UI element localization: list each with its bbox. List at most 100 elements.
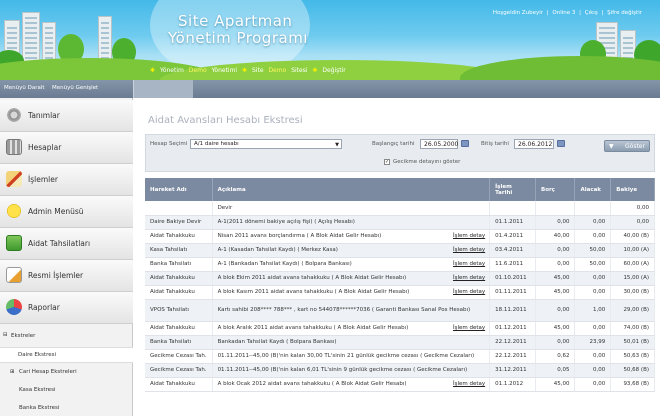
chevron-down-icon: ▼ [335,142,339,148]
start-date-label: Başlangıç tarihi [372,141,415,147]
end-date-input[interactable]: 26.06.2012 [514,139,554,149]
sidebar-item-label: Hesaplar [28,143,62,152]
cell-description: A-1(2011 dönemi bakiye açılış fişi) ( Aç… [212,215,491,230]
sidebar-item-raporlar[interactable]: Raporlar [0,292,133,324]
logo-title-line1: Site Apartman [178,12,293,30]
transaction-detail-link[interactable]: İşlem detay [453,381,485,387]
pencil-icon [6,171,22,187]
transaction-detail-link[interactable]: İşlem detay [453,247,485,253]
cell-transaction-type: Aidat Tahakkuku [145,271,213,286]
nav-word[interactable]: Demo [268,67,286,74]
cell-transaction-type: Gecikme Cezası Tah. [145,349,213,364]
sidebar-item-admin[interactable]: Admin Menüsü [0,196,133,228]
sidebar-subitem-banka[interactable]: Banka Ekstresi [0,401,133,416]
subitem-label: Banka Ekstresi [19,405,60,411]
cell-date: 22.12.2011 [489,335,536,350]
building-illustration [22,12,40,66]
logout-link[interactable]: Çıkış [585,10,598,16]
cell-description: Devir [212,201,491,216]
sidebar-item-label: İşlemler [28,175,58,184]
sidebar-subitem-cari-hesap[interactable]: ⊞ Cari Hesap Ekstreleri [0,365,133,381]
statement-table: Hareket Adı Açıklama İşlem Tarihi Borç A… [145,178,655,392]
sidebar-item-label: Raporlar [28,303,60,312]
cell-date: 01.1.2012 [489,377,536,392]
show-button[interactable]: ▼ Göster [604,140,650,152]
sidebar-item-aidat[interactable]: Aidat Tahsilatları [0,228,133,260]
cell-balance: 10,00 (A) [610,243,655,258]
cell-transaction-type: Aidat Tahakkuku [145,321,213,336]
sidebar-subitem-daire-ekstresi[interactable]: Daire Ekstresi [0,347,133,363]
description-text: A-1 (Bankadan Tahsilat Kaydı) ( Bolpara … [217,261,352,267]
calendar-icon[interactable] [557,140,565,147]
sidebar-item-resmi[interactable]: Resmi İşlemler [0,260,133,292]
cell-balance: 93,68 (B) [610,377,655,392]
site-nav: ✱ Yönetim Demo Yönetimi ✱ Site Demo Site… [150,67,349,74]
active-tab[interactable] [133,80,193,98]
column-header[interactable]: İşlem Tarihi [489,178,536,201]
sidebar-item-tanimlar[interactable]: Tanımlar [0,100,133,132]
column-header[interactable]: Açıklama [212,178,491,201]
sidebar-item-hesaplar[interactable]: Hesaplar [0,132,133,164]
nav-word[interactable]: Yönetimi [212,67,238,74]
nav-word[interactable]: Site [252,67,264,74]
account-select[interactable]: A/1 daire hesabı ▼ [190,139,342,149]
table-body: Devir 0,00 Daire Bakiye Devir A-1(2011 döne… [145,201,655,392]
cell-debit: 45,00 [535,321,576,336]
smiley-icon [6,203,22,219]
cell-debit: 40,00 [535,229,576,244]
sidebar-item-islemler[interactable]: İşlemler [0,164,133,196]
nav-word[interactable]: Sitesi [291,67,307,74]
column-header[interactable]: Bakiye [610,178,655,201]
table-row: Devir 0,00 [145,201,655,216]
chart-icon [6,299,22,315]
cell-debit: 45,00 [535,285,576,300]
nav-word[interactable]: Değiştir [322,67,345,74]
sidebar: Tanımlar Hesaplar İşlemler Admin Menüsü … [0,98,133,416]
cell-description: Bankadan Tahsilat Kaydı ( Bolpara Bankas… [212,335,491,350]
cell-transaction-type [145,201,213,216]
table-row: Gecikme Cezası Tah. 01.11.2011--45,00 (B)… [145,349,655,364]
column-header[interactable]: Hareket Adı [145,178,213,201]
transaction-detail-link[interactable]: İşlem detay [453,289,485,295]
cell-debit: 0,05 [535,363,576,378]
sidebar-item-label: Tanımlar [28,111,60,120]
subitem-label: Kasa Ekstresi [19,387,56,393]
menu-collapse-link[interactable]: Menüyü Daralt [4,85,45,91]
description-text: A blok Ocak 2012 aidat avans tahakkuku (… [217,381,407,387]
table-row: Aidat Tahakkuku Nisan 2011 avans borçland… [145,229,655,244]
menu-expand-link[interactable]: Menüyü Genişlet [52,85,98,91]
transaction-detail-link[interactable]: İşlem detay [453,261,485,267]
section-label: Ekstreler [11,333,36,339]
cell-balance: 50,68 (B) [610,363,655,378]
late-fee-checkbox[interactable]: ✓ [384,159,390,165]
start-date-input[interactable]: 26.05.2000 [420,139,458,149]
cell-credit: 50,00 [574,257,612,272]
end-date-label: Bitiş tarihi [481,141,509,147]
cell-credit: 1,00 [574,299,612,322]
sidebar-subitem-kasa[interactable]: Kasa Ekstresi [0,383,133,399]
subitem-label: Cari Hesap Ekstreleri [19,369,77,375]
cell-balance: 30,00 (B) [610,285,655,300]
cell-balance: 15,00 (A) [610,271,655,286]
sidebar-item-label: Resmi İşlemler [28,271,84,280]
cell-transaction-type: Daire Bakiye Devir [145,215,213,230]
cell-description: A-1 (Kasadan Tahsilat Kaydı) ( Merkez Ka… [212,243,491,258]
change-password-link[interactable]: Şifre değiştir [607,10,642,16]
cell-date [489,201,536,216]
transaction-detail-link[interactable]: İşlem detay [453,275,485,281]
cell-transaction-type: Banka Tahsilatı [145,335,213,350]
cell-date: 22.12.2011 [489,349,536,364]
cell-credit: 0,00 [574,321,612,336]
column-header[interactable]: Borç [535,178,576,201]
sidebar-section-ekstreler[interactable]: ⊟ Ekstreler [0,329,133,345]
description-text: Devir [217,204,233,211]
nav-word[interactable]: Yönetim [160,67,184,74]
transaction-detail-link[interactable]: İşlem detay [453,233,485,239]
column-header[interactable]: Alacak [574,178,612,201]
late-fee-label: Gecikme detayını göster [393,159,461,165]
collapse-icon: ⊟ [3,332,8,338]
document-icon [6,267,22,283]
nav-word[interactable]: Demo [189,67,207,74]
calendar-icon[interactable] [461,140,469,147]
transaction-detail-link[interactable]: İşlem detay [453,325,485,331]
